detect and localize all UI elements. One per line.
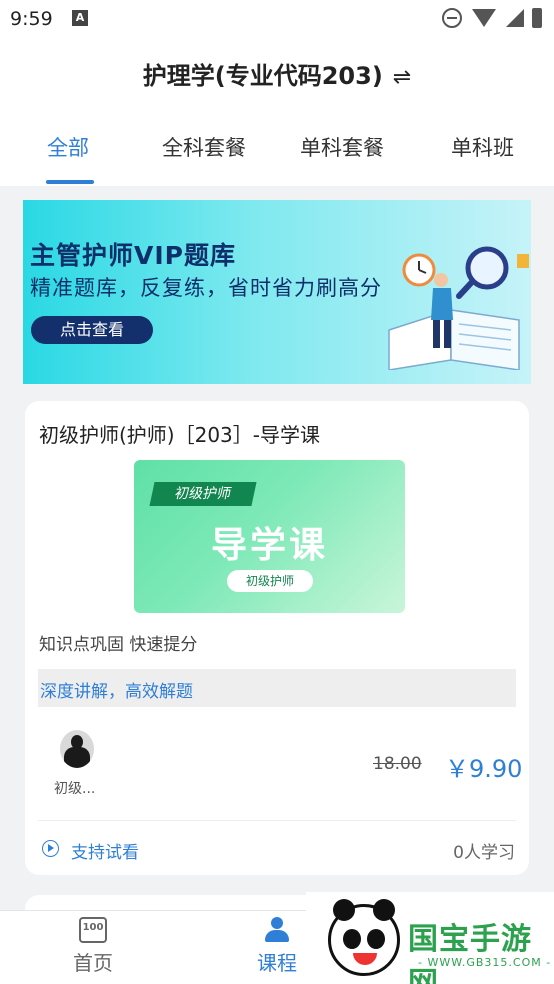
tab-all[interactable]: 全部: [47, 132, 89, 162]
category-tabs: 全部 全科套餐 单科套餐 单科班: [0, 132, 554, 186]
do-not-disturb-icon: [442, 8, 462, 28]
avatar-body: [64, 747, 90, 768]
original-price: 18.00: [373, 754, 422, 774]
status-time: 9:59: [10, 8, 53, 30]
panda-logo-icon: [328, 899, 400, 976]
page-title: 护理学(专业代码203): [142, 62, 383, 90]
panda-eye-left: [343, 929, 361, 949]
panda-ear-right: [373, 899, 395, 921]
header: 护理学(专业代码203) ⇌ 全部 全科套餐 单科套餐 单科班: [0, 38, 554, 186]
course-thumbnail: 初级护师 导学课 初级护师: [134, 460, 405, 613]
watermark-url: - WWW.GB315.COM -: [418, 956, 552, 969]
promo-banner[interactable]: 主管护师VIP题库 精准题库，反复练，省时省力刷高分 点击查看: [23, 200, 531, 384]
panda-ear-left: [333, 899, 355, 921]
banner-subtitle: 精准题库，反复练，省时省力刷高分: [30, 276, 382, 300]
play-circle-icon: [42, 840, 59, 857]
panda-eye-right: [367, 929, 385, 949]
active-tab-indicator: [46, 180, 94, 184]
watermark-text: 国宝手游网: [408, 922, 532, 984]
course-icon: [263, 917, 291, 943]
nav-home-label: 首页: [73, 951, 113, 975]
course-highlight: 深度讲解，高效解题: [40, 682, 193, 702]
switch-icon[interactable]: ⇌: [393, 65, 411, 90]
signal-icon: [506, 9, 524, 27]
banner-title: 主管护师VIP题库: [30, 241, 236, 270]
panda-mouth: [353, 953, 377, 965]
wifi-icon: [472, 9, 496, 27]
nav-course[interactable]: 课程: [237, 917, 317, 976]
tab-single-class[interactable]: 单科班: [451, 132, 514, 162]
course-description: 知识点巩固 快速提分: [39, 635, 198, 655]
battery-icon: [532, 8, 542, 28]
trial-label[interactable]: 支持试看: [71, 838, 139, 863]
nav-home[interactable]: 100 首页: [53, 917, 133, 976]
subject-selector[interactable]: 护理学(专业代码203) ⇌: [0, 56, 554, 91]
course-highlight-bar: 深度讲解，高效解题: [38, 669, 516, 707]
thumbnail-main-text: 导学课: [210, 525, 328, 566]
avatar-head: [71, 735, 83, 749]
watermark-overlay: 国宝手游网 - WWW.GB315.COM -: [306, 892, 554, 984]
tab-single-package[interactable]: 单科套餐: [300, 132, 384, 162]
course-title: 初级护师(护师)［203］-导学课: [39, 423, 320, 447]
system-icons: [442, 8, 542, 28]
course-card[interactable]: 初级护师(护师)［203］-导学课 初级护师 导学课 初级护师 知识点巩固 快速…: [25, 401, 529, 875]
thumbnail-pill: 初级护师: [227, 570, 313, 592]
card-divider: [38, 820, 516, 821]
thumbnail-tag: 初级护师: [149, 482, 257, 506]
banner-view-button[interactable]: 点击查看: [31, 316, 153, 344]
status-bar: 9:59 A: [0, 0, 554, 38]
teacher-avatar: [60, 730, 94, 768]
book-magnifier-illustration-icon: [388, 246, 529, 370]
notification-a-icon: A: [72, 10, 88, 26]
learner-count: 0人学习: [453, 843, 515, 863]
teacher-name: 初级...: [54, 781, 96, 797]
nav-course-label: 课程: [257, 951, 297, 975]
home-icon: 100: [79, 917, 107, 943]
tab-full-package[interactable]: 全科套餐: [162, 132, 246, 162]
current-price: ￥9.90: [445, 755, 523, 783]
